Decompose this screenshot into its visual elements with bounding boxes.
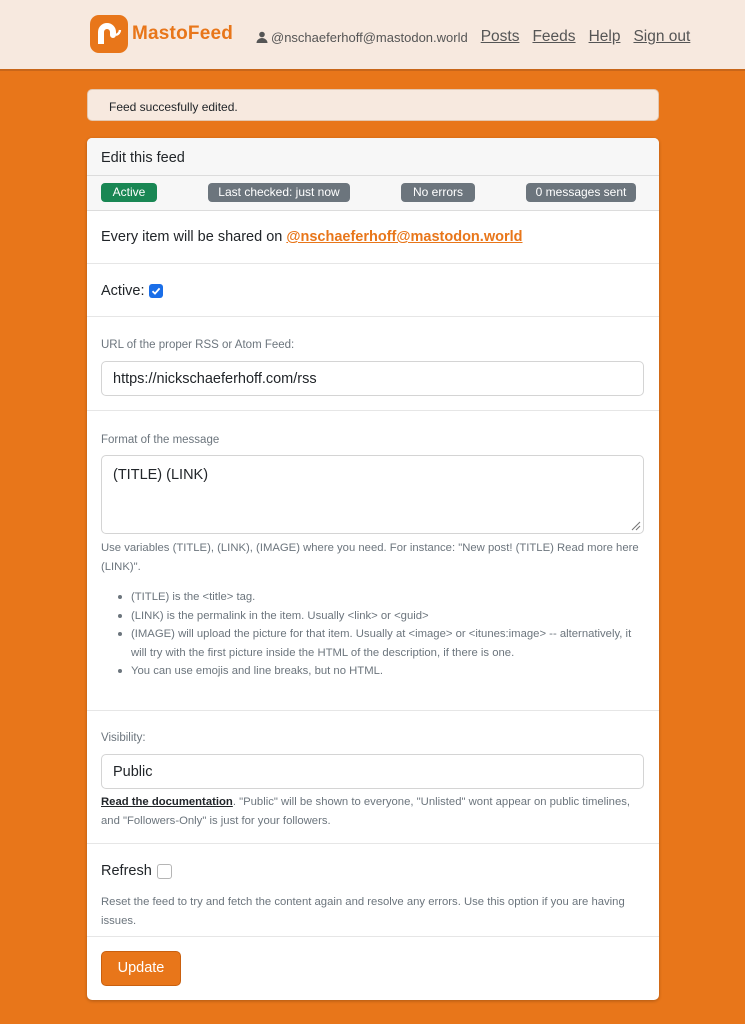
card-title: Edit this feed bbox=[87, 138, 659, 176]
visibility-section: Visibility: Public Read the documentatio… bbox=[87, 711, 659, 844]
format-section: Format of the message (TITLE) (LINK) Use… bbox=[87, 411, 659, 711]
refresh-label: Refresh bbox=[101, 863, 152, 879]
checkmark-icon bbox=[151, 287, 160, 295]
list-item: You can use emojis and line breaks, but … bbox=[117, 662, 647, 681]
visibility-help: Read the documentation. "Public" will be… bbox=[101, 793, 646, 830]
format-variable-list: (TITLE) is the <title> tag. (LINK) is th… bbox=[117, 588, 647, 681]
nav-link-sign-out[interactable]: Sign out bbox=[633, 28, 690, 46]
url-section: URL of the proper RSS or Atom Feed: http… bbox=[87, 317, 659, 411]
visibility-select[interactable]: Public bbox=[101, 754, 644, 789]
nav-link-posts[interactable]: Posts bbox=[481, 28, 520, 46]
message-format-value: (TITLE) (LINK) bbox=[113, 467, 209, 483]
status-badge-messages: 0 messages sent bbox=[526, 183, 636, 202]
active-checkbox[interactable] bbox=[148, 284, 163, 298]
nav-link-help[interactable]: Help bbox=[589, 28, 621, 46]
share-account-link[interactable]: @nschaeferhoff@mastodon.world bbox=[286, 229, 522, 245]
mastofeed-logo-icon bbox=[90, 15, 128, 53]
status-badge-active: Active bbox=[101, 183, 157, 202]
share-section: Every item will be shared on @nschaeferh… bbox=[87, 211, 659, 264]
message-format-textarea[interactable]: (TITLE) (LINK) bbox=[101, 455, 644, 534]
refresh-help: Reset the feed to try and fetch the cont… bbox=[101, 896, 625, 927]
list-item: (LINK) is the permalink in the item. Usu… bbox=[117, 607, 647, 626]
brand[interactable]: MastoFeed bbox=[90, 15, 233, 53]
active-section: Active: bbox=[87, 264, 659, 317]
format-label: Format of the message bbox=[101, 434, 220, 446]
feed-url-input[interactable]: https://nickschaeferhoff.com/rss bbox=[101, 361, 644, 396]
list-item: (TITLE) is the <title> tag. bbox=[117, 588, 647, 607]
share-prefix: Every item will be shared on bbox=[101, 229, 287, 245]
user-handle: @nschaeferhoff@mastodon.world bbox=[271, 29, 468, 45]
status-badges: Active Last checked: just now No errors … bbox=[87, 176, 659, 211]
resize-grip-icon[interactable] bbox=[629, 519, 641, 531]
list-item: (IMAGE) will upload the picture for that… bbox=[117, 625, 647, 662]
brand-name: MastoFeed bbox=[132, 23, 234, 44]
active-label: Active: bbox=[101, 283, 145, 299]
format-help: Use variables (TITLE), (LINK), (IMAGE) w… bbox=[101, 542, 639, 573]
success-alert: Feed succesfully edited. bbox=[87, 89, 659, 121]
refresh-section: Refresh Reset the feed to try and fetch … bbox=[87, 844, 659, 937]
top-navbar: MastoFeed @nschaeferhoff@mastodon.world … bbox=[0, 0, 745, 71]
documentation-link[interactable]: Read the documentation bbox=[101, 796, 233, 808]
status-badge-last-checked: Last checked: just now bbox=[208, 183, 350, 202]
nav-link-feeds[interactable]: Feeds bbox=[532, 28, 575, 46]
alert-text: Feed succesfully edited. bbox=[109, 100, 238, 114]
nav-bar: @nschaeferhoff@mastodon.world Posts Feed… bbox=[256, 27, 690, 47]
user-icon bbox=[256, 31, 268, 43]
edit-feed-card: Edit this feed Active Last checked: just… bbox=[87, 138, 659, 1000]
visibility-label: Visibility: bbox=[101, 732, 146, 744]
update-button[interactable]: Update bbox=[101, 951, 181, 986]
refresh-checkbox[interactable] bbox=[156, 863, 172, 879]
share-info: Every item will be shared on @nschaeferh… bbox=[101, 229, 523, 245]
url-label: URL of the proper RSS or Atom Feed: bbox=[101, 339, 295, 351]
status-badge-errors: No errors bbox=[401, 183, 475, 202]
